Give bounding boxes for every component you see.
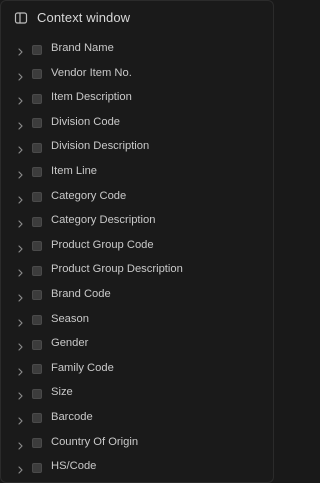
field-checkbox[interactable]: [32, 118, 42, 129]
field-row[interactable]: Brand Name: [1, 37, 273, 62]
field-row[interactable]: HS/Code: [1, 455, 273, 480]
field-row[interactable]: Division Description: [1, 135, 273, 160]
field-checkbox[interactable]: [32, 69, 42, 80]
chevron-right-icon[interactable]: [16, 339, 25, 351]
chevron-right-icon[interactable]: [16, 413, 25, 425]
field-checkbox[interactable]: [32, 315, 42, 326]
field-checkbox[interactable]: [32, 413, 42, 424]
field-label: Gender: [51, 337, 89, 350]
field-row[interactable]: Brand Code: [1, 283, 273, 308]
field-checkbox[interactable]: [32, 388, 42, 399]
field-row[interactable]: Gender: [1, 332, 273, 357]
field-row[interactable]: Family Code: [1, 357, 273, 382]
field-list: Brand Name Vendor Item No. Item Descriptio…: [1, 37, 273, 480]
field-label: Vendor Item No.: [51, 66, 132, 79]
chevron-right-icon[interactable]: [16, 388, 25, 400]
field-row[interactable]: Country Of Origin: [1, 431, 273, 456]
chevron-right-icon[interactable]: [16, 315, 25, 327]
chevron-right-icon[interactable]: [16, 192, 25, 204]
field-row[interactable]: Item Description: [1, 86, 273, 111]
chevron-right-icon[interactable]: [16, 265, 25, 277]
field-checkbox[interactable]: [32, 462, 42, 473]
field-row[interactable]: Product Group Code: [1, 234, 273, 259]
chevron-right-icon[interactable]: [16, 364, 25, 376]
chevron-right-icon[interactable]: [16, 241, 25, 253]
field-label: Brand Code: [51, 287, 111, 300]
field-checkbox[interactable]: [32, 339, 42, 350]
chevron-right-icon[interactable]: [16, 462, 25, 474]
chevron-right-icon[interactable]: [16, 216, 25, 228]
panel-title: Context window: [37, 10, 131, 25]
field-checkbox[interactable]: [32, 142, 42, 153]
field-row[interactable]: Vendor Item No.: [1, 62, 273, 87]
chevron-right-icon[interactable]: [16, 438, 25, 450]
chevron-right-icon[interactable]: [16, 118, 25, 130]
panel-header: Context window: [1, 1, 273, 35]
chevron-right-icon[interactable]: [16, 69, 25, 81]
sidebar-panel-icon[interactable]: [14, 11, 28, 25]
field-label: Season: [51, 312, 89, 325]
field-label: Family Code: [51, 361, 114, 374]
field-checkbox[interactable]: [32, 438, 42, 448]
field-label: Item Line: [51, 164, 98, 177]
field-checkbox[interactable]: [32, 167, 42, 178]
field-label: Category Code: [51, 189, 127, 202]
field-checkbox[interactable]: [32, 192, 42, 203]
chevron-right-icon[interactable]: [16, 93, 25, 105]
chevron-right-icon[interactable]: [16, 44, 25, 56]
field-row[interactable]: Category Code: [1, 185, 273, 210]
field-checkbox[interactable]: [32, 216, 42, 227]
field-checkbox[interactable]: [32, 93, 42, 104]
field-label: Brand Name: [51, 42, 114, 54]
field-label: Country Of Origin: [51, 435, 139, 448]
field-label: Division Description: [51, 140, 150, 153]
field-label: Division Code: [51, 115, 121, 128]
field-row[interactable]: Product Group Description: [1, 258, 273, 283]
context-window-panel: Context window Brand Name Vendor Item No.…: [0, 0, 274, 483]
field-label: Category Description: [51, 214, 156, 227]
field-row[interactable]: Category Description: [1, 209, 273, 234]
field-label: Product Group Description: [51, 263, 183, 276]
field-label: Product Group Code: [51, 238, 154, 251]
field-label: Barcode: [51, 410, 93, 423]
field-checkbox[interactable]: [32, 290, 42, 301]
field-checkbox[interactable]: [32, 265, 42, 276]
field-label: Item Description: [51, 91, 132, 104]
chevron-right-icon[interactable]: [16, 167, 25, 179]
field-row[interactable]: Division Code: [1, 111, 273, 136]
field-label: HS/Code: [51, 460, 97, 473]
field-row[interactable]: Season: [1, 308, 273, 333]
field-row[interactable]: Item Line: [1, 160, 273, 185]
chevron-right-icon[interactable]: [16, 290, 25, 302]
field-row[interactable]: Barcode: [1, 406, 273, 431]
field-checkbox[interactable]: [32, 364, 42, 375]
field-checkbox[interactable]: [32, 241, 42, 252]
field-checkbox[interactable]: [32, 44, 42, 55]
chevron-right-icon[interactable]: [16, 142, 25, 154]
field-label: Size: [51, 386, 73, 399]
field-row[interactable]: Size: [1, 381, 273, 406]
